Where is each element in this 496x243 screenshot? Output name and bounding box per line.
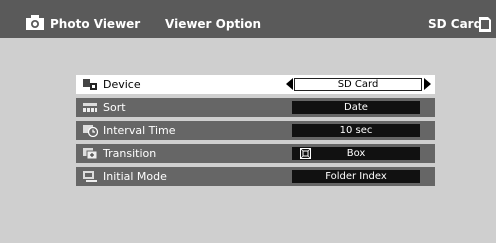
menu-item-value[interactable]: Box [292, 147, 420, 160]
menu-item-value[interactable]: Date [292, 101, 420, 114]
box-transition-icon [300, 148, 311, 159]
section-title: Viewer Option [165, 17, 262, 31]
menu-item-value[interactable]: Folder Index [292, 170, 420, 183]
previous-arrow-icon[interactable] [286, 78, 293, 90]
header-bar: Photo Viewer Viewer Option SD Card [0, 0, 496, 38]
camera-icon [26, 15, 44, 30]
initial-mode-icon [83, 171, 97, 182]
menu-item-device[interactable]: Device SD Card [76, 75, 435, 94]
menu-item-transition[interactable]: Transition Box [76, 144, 435, 163]
menu-item-value[interactable]: SD Card [294, 78, 422, 91]
menu-item-initial-mode[interactable]: Initial Mode Folder Index [76, 167, 435, 186]
device-icon [83, 79, 97, 90]
menu-item-label: Sort [103, 101, 126, 114]
menu-item-label: Device [103, 78, 141, 91]
menu-item-label: Initial Mode [103, 170, 167, 183]
next-arrow-icon[interactable] [424, 78, 431, 90]
transition-value-label: Box [346, 148, 366, 159]
menu-item-value[interactable]: 10 sec [292, 124, 420, 137]
media-label: SD Card [428, 17, 483, 31]
transition-icon [83, 148, 98, 160]
sd-card-icon [479, 17, 491, 32]
menu-item-sort[interactable]: Sort Date [76, 98, 435, 117]
interval-time-icon [83, 125, 98, 137]
menu-item-label: Transition [103, 147, 157, 160]
menu-item-interval-time[interactable]: Interval Time 10 sec [76, 121, 435, 140]
sort-icon [83, 103, 97, 112]
app-title: Photo Viewer [50, 17, 141, 31]
menu-item-label: Interval Time [103, 124, 176, 137]
viewer-option-screen: Photo Viewer Viewer Option SD Card Devic… [0, 0, 496, 243]
